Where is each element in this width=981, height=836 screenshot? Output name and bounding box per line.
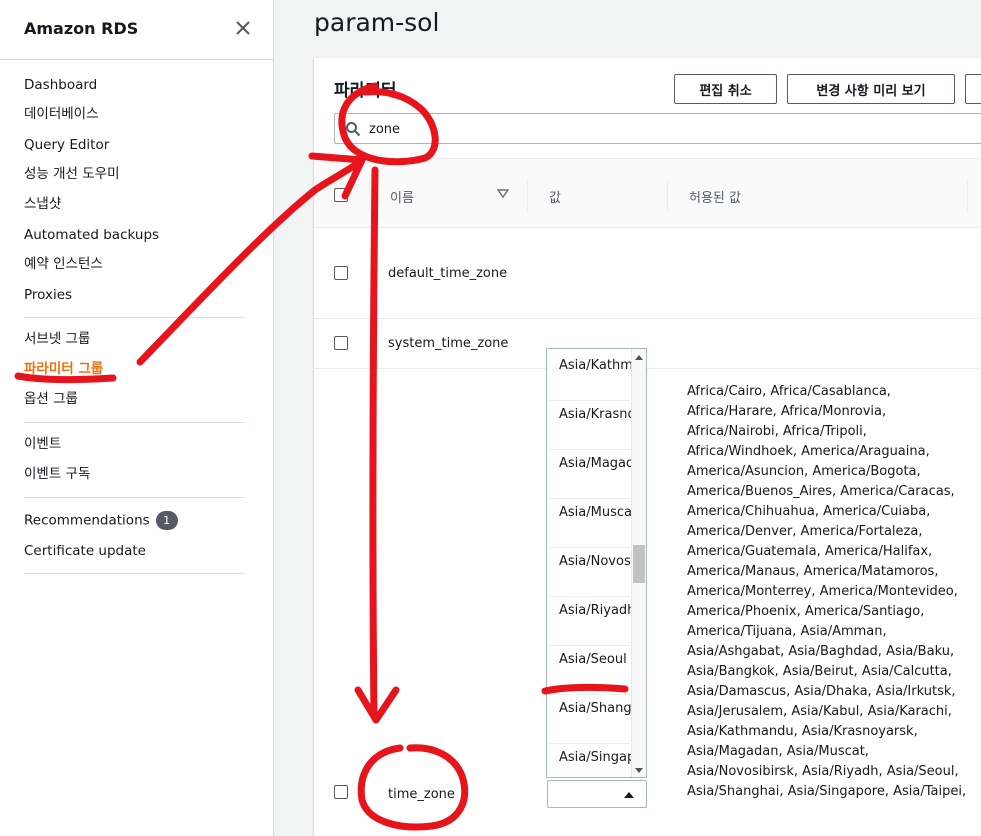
select-all-checkbox[interactable]: [334, 188, 348, 202]
dropdown-option[interactable]: Asia/Kathmandu: [548, 352, 646, 401]
sidebar-item-proxies[interactable]: Proxies: [24, 286, 72, 304]
panel-title: 파라미터: [334, 81, 397, 101]
page-title: param-sol: [314, 8, 440, 37]
sidebar-item-parameter-groups[interactable]: 파라미터 그룹: [24, 360, 103, 378]
recommendations-count-badge: 1: [155, 511, 178, 530]
sidebar-divider: [24, 317, 244, 318]
row-checkbox[interactable]: [334, 336, 348, 350]
dropdown-option[interactable]: Asia/Shanghai: [548, 695, 646, 744]
search-icon: [346, 122, 361, 137]
sidebar-item-databases[interactable]: 데이터베이스: [24, 105, 99, 123]
sidebar-item-events[interactable]: 이벤트: [24, 435, 61, 453]
sidebar-item-automated-backups[interactable]: Automated backups: [24, 226, 159, 244]
sidebar-divider: [24, 497, 244, 498]
dropdown-option[interactable]: Asia/Magadan: [548, 450, 646, 499]
sidebar-title: Amazon RDS: [24, 19, 139, 38]
sort-down-icon[interactable]: [497, 189, 509, 199]
column-divider: [527, 179, 528, 211]
sidebar-item-option-groups[interactable]: 옵션 그룹: [24, 390, 78, 408]
caret-up-icon: [624, 792, 634, 798]
dropdown-option[interactable]: Asia/Novosibirsk: [548, 548, 646, 597]
dropdown-option[interactable]: Asia/Riyadh: [548, 597, 635, 646]
time-zone-dropdown-list[interactable]: Asia/Kathmandu Asia/Krasnoyarsk Asia/Mag…: [546, 348, 647, 778]
sidebar-item-certificate-update[interactable]: Certificate update: [24, 542, 146, 560]
scroll-up-arrow-icon[interactable]: [634, 353, 644, 361]
allowed-values-text: Africa/Cairo, Africa/Casablanca, Africa/…: [687, 384, 967, 799]
dropdown-option[interactable]: Asia/Krasnoyarsk: [548, 401, 646, 450]
dropdown-option[interactable]: Asia/Seoul: [548, 646, 630, 695]
sidebar-divider: [24, 422, 244, 423]
sidebar-item-query-editor[interactable]: Query Editor: [24, 136, 109, 154]
sidebar-header-divider: [0, 59, 274, 60]
scroll-down-arrow-icon[interactable]: [634, 767, 644, 775]
dropdown-option[interactable]: Asia/Muscat: [548, 499, 637, 548]
sidebar-item-event-subscriptions[interactable]: 이벤트 구독: [24, 465, 90, 483]
row-checkbox[interactable]: [334, 785, 348, 799]
dropdown-scrollbar-thumb[interactable]: [633, 545, 645, 583]
table-row: default_time_zone: [314, 228, 981, 319]
sidebar-item-performance-insights[interactable]: 성능 개선 도우미: [24, 165, 120, 183]
parameters-panel: 파라미터 편집 취소 변경 사항 미리 보기 이름 값 허용된 값 defaul…: [314, 58, 981, 836]
preview-changes-button[interactable]: 변경 사항 미리 보기: [787, 74, 955, 104]
column-divider: [667, 179, 668, 211]
time-zone-value-select[interactable]: [547, 780, 647, 808]
sidebar-item-reserved-instances[interactable]: 예약 인스턴스: [24, 255, 103, 273]
table-row: time_zone Africa/Cairo, Africa/Casablanc…: [314, 369, 981, 836]
sidebar-item-subnet-groups[interactable]: 서브넷 그룹: [24, 330, 90, 348]
column-header-name[interactable]: 이름: [390, 187, 414, 206]
sidebar-item-snapshots[interactable]: 스냅샷: [24, 195, 61, 213]
search-box: [334, 113, 981, 144]
column-header-value[interactable]: 값: [549, 187, 561, 206]
save-changes-button[interactable]: [965, 74, 981, 104]
recommendations-label: Recommendations: [24, 512, 150, 529]
sidebar-item-recommendations[interactable]: Recommendations 1: [24, 511, 178, 530]
row-checkbox[interactable]: [334, 266, 348, 280]
table-row: system_time_zone: [314, 319, 981, 369]
parameter-name: system_time_zone: [388, 336, 509, 351]
close-icon[interactable]: [232, 17, 254, 39]
column-divider: [967, 179, 968, 211]
cancel-edit-button[interactable]: 편집 취소: [674, 74, 777, 104]
column-header-allowed-values[interactable]: 허용된 값: [689, 187, 741, 206]
parameter-name: default_time_zone: [388, 266, 508, 281]
search-input[interactable]: [369, 118, 969, 140]
parameter-name: time_zone: [388, 787, 455, 802]
sidebar-item-dashboard[interactable]: Dashboard: [24, 76, 97, 94]
column-divider: [369, 179, 370, 211]
sidebar: Amazon RDS Dashboard 데이터베이스 Query Editor…: [0, 0, 274, 836]
table-header: 이름 값 허용된 값: [314, 158, 981, 228]
sidebar-divider: [24, 573, 244, 574]
dropdown-option[interactable]: Asia/Singapore: [548, 744, 646, 777]
